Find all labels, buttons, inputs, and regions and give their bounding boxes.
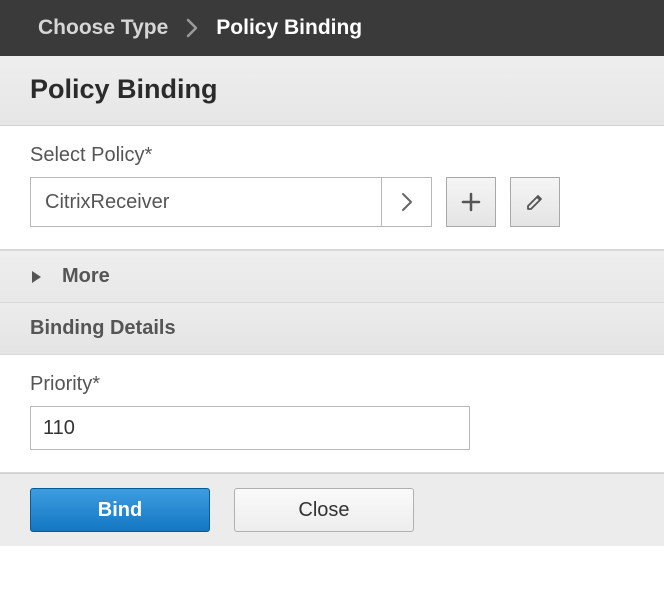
binding-details-section: Priority* bbox=[0, 355, 664, 473]
bind-button[interactable]: Bind bbox=[30, 488, 210, 532]
page-title: Policy Binding bbox=[30, 74, 634, 105]
triangle-right-icon bbox=[30, 270, 42, 284]
select-policy-section: Select Policy* CitrixReceiver bbox=[0, 126, 664, 250]
close-button[interactable]: Close bbox=[234, 488, 414, 532]
priority-input[interactable] bbox=[30, 406, 470, 450]
priority-label: Priority* bbox=[30, 373, 634, 396]
breadcrumb: Choose Type Policy Binding bbox=[0, 0, 664, 56]
add-policy-button[interactable] bbox=[446, 177, 496, 227]
pencil-icon bbox=[525, 192, 545, 212]
select-policy-open-button[interactable] bbox=[381, 178, 431, 226]
edit-policy-button[interactable] bbox=[510, 177, 560, 227]
breadcrumb-current: Policy Binding bbox=[216, 16, 362, 40]
select-policy-value[interactable]: CitrixReceiver bbox=[31, 178, 381, 226]
plus-icon bbox=[461, 192, 481, 212]
binding-details-header: Binding Details bbox=[0, 303, 664, 355]
page-title-bar: Policy Binding bbox=[0, 56, 664, 126]
more-toggle[interactable]: More bbox=[0, 250, 664, 303]
chevron-right-icon bbox=[186, 18, 198, 38]
select-policy-label: Select Policy* bbox=[30, 144, 634, 167]
more-label: More bbox=[62, 265, 110, 288]
select-policy-row: CitrixReceiver bbox=[30, 177, 634, 227]
select-policy-control: CitrixReceiver bbox=[30, 177, 432, 227]
actions-bar: Bind Close bbox=[0, 473, 664, 546]
breadcrumb-prev[interactable]: Choose Type bbox=[38, 16, 168, 40]
chevron-right-icon bbox=[400, 191, 414, 213]
